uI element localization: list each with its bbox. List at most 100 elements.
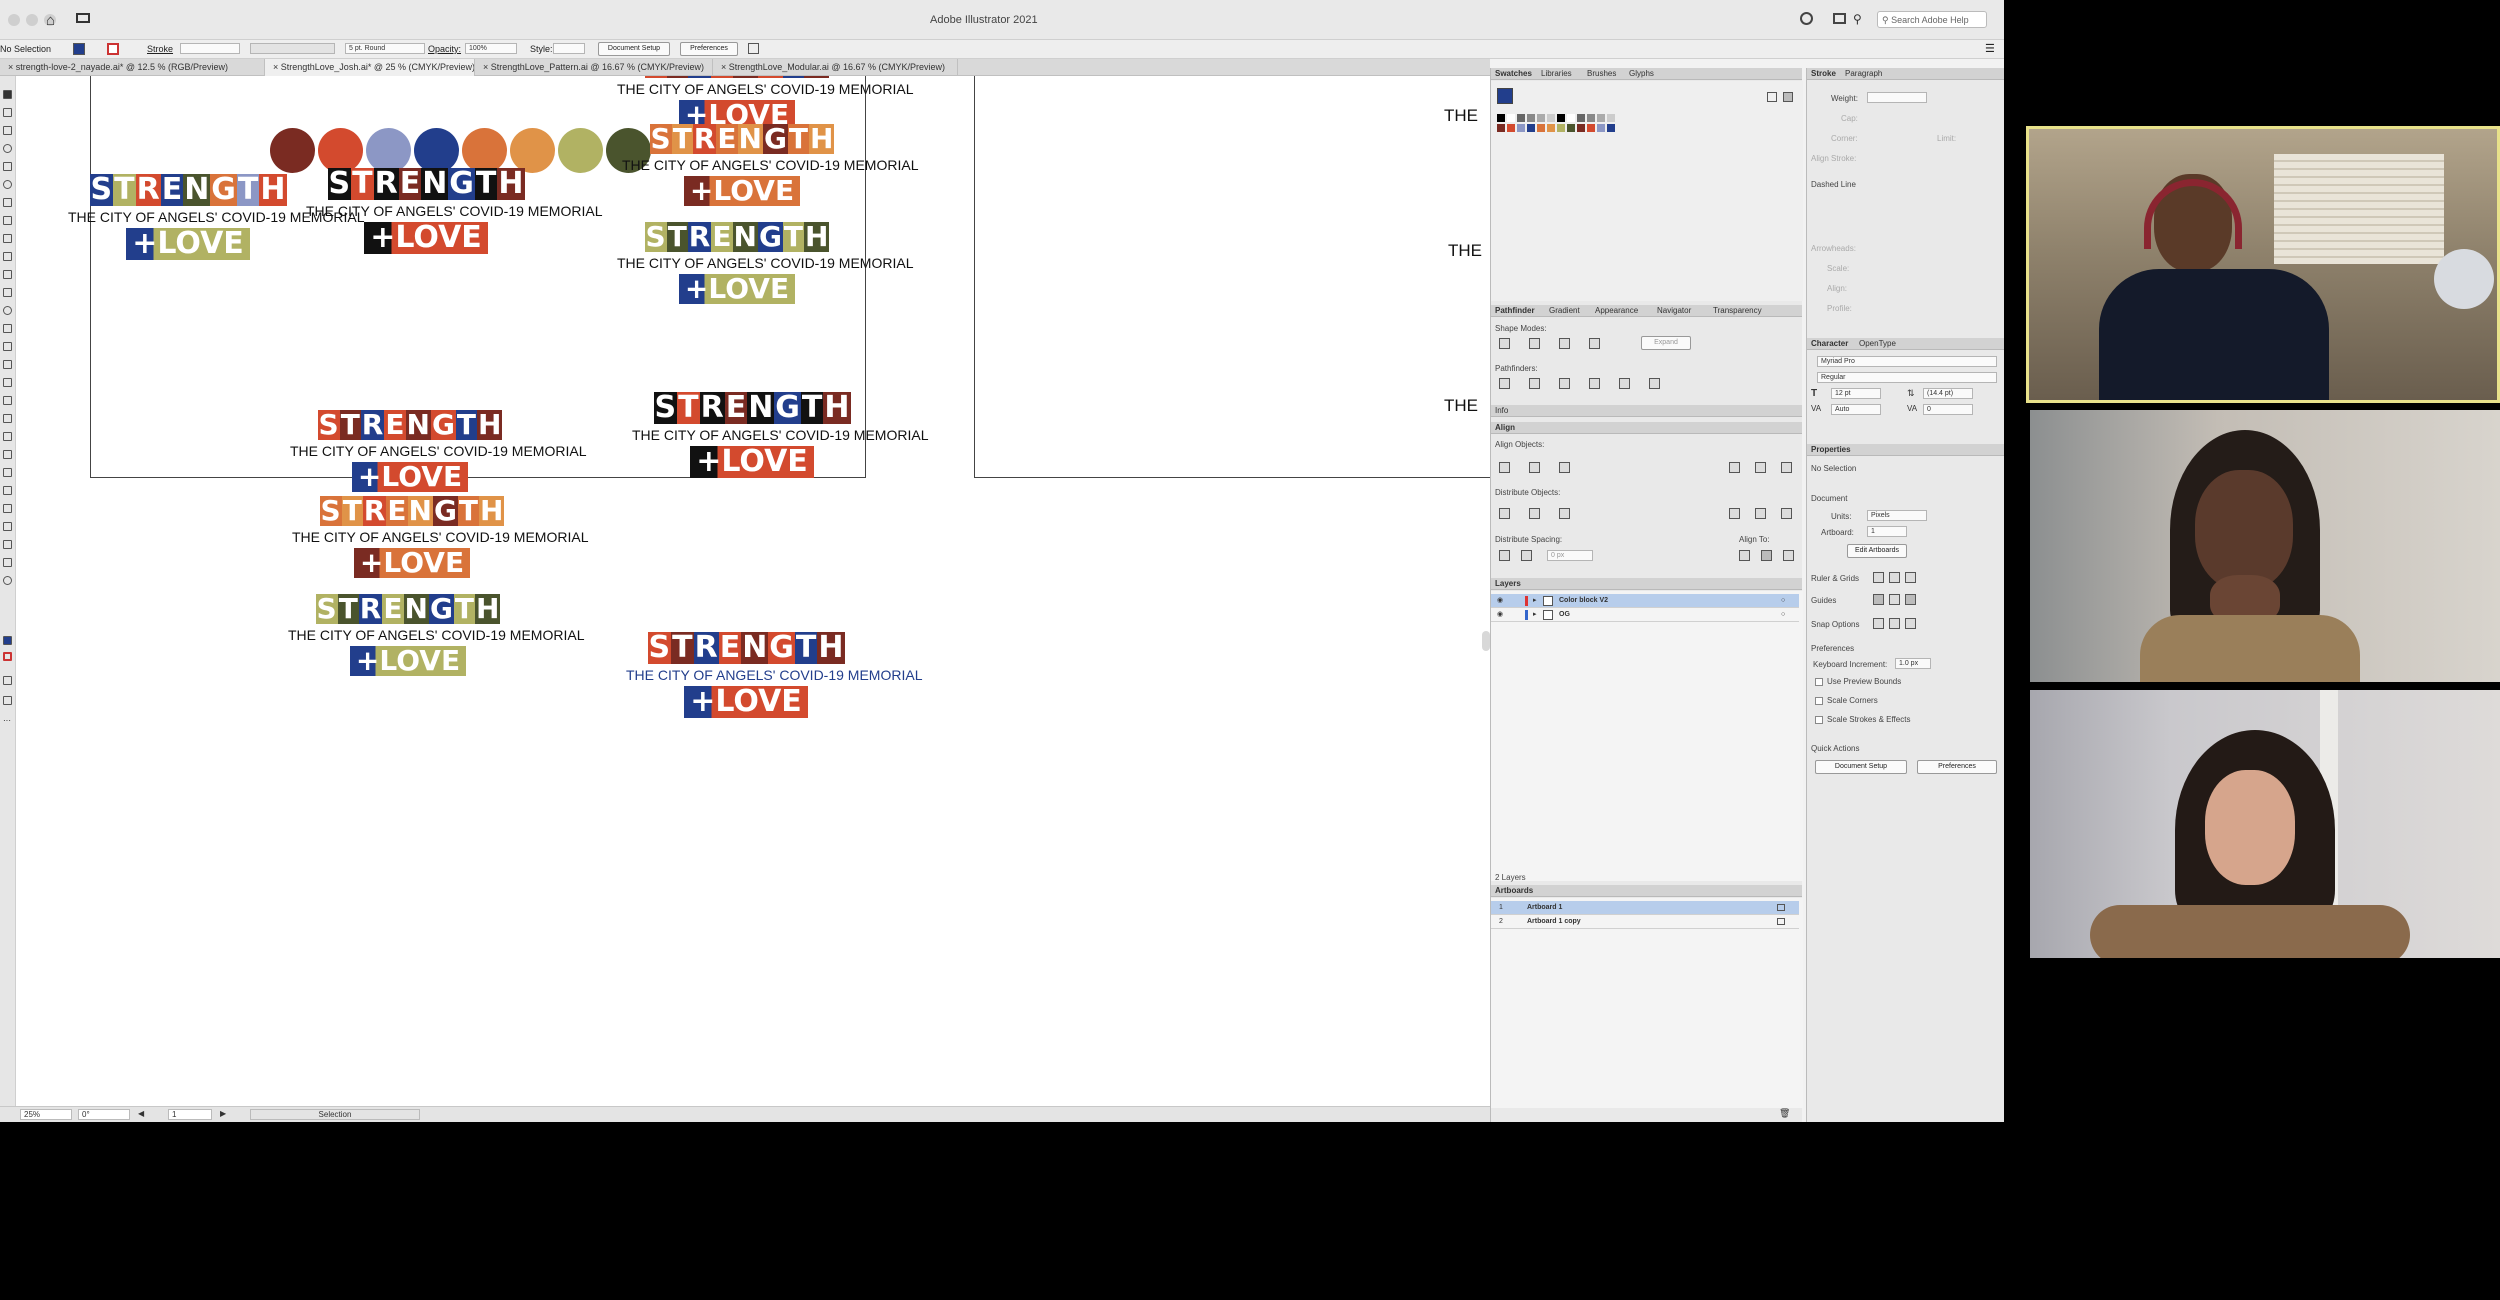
vertical-align-top-icon[interactable]	[1729, 462, 1740, 473]
curvature-tool-icon[interactable]	[3, 180, 12, 189]
magic-wand-tool-icon[interactable]	[3, 126, 12, 135]
align-to-selection-icon[interactable]	[1739, 550, 1750, 561]
stroke-color-icon[interactable]	[3, 652, 12, 661]
next-artboard-icon[interactable]: ▶	[220, 1109, 226, 1118]
delete-artboard-icon[interactable]: 🗑	[1779, 1108, 1790, 1119]
artboard-field[interactable]: 1	[1867, 526, 1907, 537]
tab-navigator[interactable]: Navigator	[1657, 306, 1691, 315]
swatch-chip[interactable]	[1577, 124, 1585, 132]
rotation-field[interactable]: 0°	[78, 1109, 130, 1120]
rectangle-tool-icon[interactable]	[3, 234, 12, 243]
trim-icon[interactable]	[1529, 378, 1540, 389]
tab-nayade[interactable]: × strength-love-2_nayade.ai* @ 12.5 % (R…	[0, 59, 265, 76]
graph-tool-icon[interactable]	[3, 504, 12, 513]
artboard-row-2[interactable]: 2 Artboard 1 copy	[1491, 915, 1799, 929]
strength-love-logo[interactable]: STRENGTHTHE CITY OF ANGELS' COVID-19 MEM…	[292, 496, 588, 578]
slice-tool-icon[interactable]	[3, 540, 12, 549]
swatch-chip[interactable]	[1587, 124, 1595, 132]
tab-transparency[interactable]: Transparency	[1713, 306, 1762, 315]
distribute-hcenter-icon[interactable]	[1755, 508, 1766, 519]
use-preview-bounds-checkbox[interactable]	[1815, 678, 1823, 686]
distribute-right-icon[interactable]	[1781, 508, 1792, 519]
type-tool-icon[interactable]	[3, 198, 12, 207]
tab-glyphs[interactable]: Glyphs	[1629, 69, 1654, 78]
tab-opentype[interactable]: OpenType	[1859, 339, 1896, 348]
artboard-tool-icon[interactable]	[3, 522, 12, 531]
expand-layer-icon[interactable]: ▸	[1533, 608, 1537, 621]
stroke-label[interactable]: Stroke	[147, 44, 173, 54]
tab-stroke[interactable]: Stroke	[1811, 69, 1836, 78]
tab-info[interactable]: Info	[1495, 406, 1508, 415]
align-to-key-object-icon[interactable]	[1761, 550, 1772, 561]
visibility-eye-icon[interactable]: ◉	[1497, 594, 1503, 607]
tab-gradient[interactable]: Gradient	[1549, 306, 1580, 315]
edit-artboards-button[interactable]: Edit Artboards	[1847, 544, 1907, 558]
tab-layers[interactable]: Layers	[1495, 579, 1521, 588]
scale-corners-checkbox[interactable]	[1815, 697, 1823, 705]
swatch-chip[interactable]	[1597, 114, 1605, 122]
lock-guides-icon[interactable]	[1889, 594, 1900, 605]
swatch-chip[interactable]	[1607, 124, 1615, 132]
snap-to-point-icon[interactable]	[1873, 618, 1884, 629]
opacity-label[interactable]: Opacity:	[428, 44, 461, 54]
layer-name[interactable]: OG	[1559, 608, 1570, 621]
eyedropper-tool-icon[interactable]	[3, 450, 12, 459]
leading-field[interactable]: (14.4 pt)	[1923, 388, 1973, 399]
home-icon[interactable]: ⌂	[46, 12, 55, 29]
strength-love-logo[interactable]: STRENGTHTHE CITY OF ANGELS' COVID-19 MEM…	[626, 632, 922, 718]
palette-swatch-1[interactable]	[270, 128, 315, 173]
account-icon[interactable]	[1800, 12, 1813, 25]
target-icon[interactable]: ○	[1781, 594, 1785, 607]
distribute-left-icon[interactable]	[1729, 508, 1740, 519]
minus-front-icon[interactable]	[1529, 338, 1540, 349]
edit-toolbar-icon[interactable]: ···	[3, 716, 12, 725]
search-help-input[interactable]: ⚲ Search Adobe Help	[1877, 11, 1987, 28]
brush-definition-field[interactable]: 5 pt. Round	[345, 43, 425, 54]
tab-libraries[interactable]: Libraries	[1541, 69, 1572, 78]
swatch-chip[interactable]	[1497, 114, 1505, 122]
swatch-chip[interactable]	[1597, 124, 1605, 132]
artboard-options-icon[interactable]	[1777, 904, 1785, 911]
vertical-align-center-icon[interactable]	[1755, 462, 1766, 473]
style-field[interactable]	[553, 43, 585, 54]
artboard-number-field[interactable]: 1	[168, 1109, 212, 1120]
search-icon[interactable]: ⚲	[1853, 12, 1862, 26]
snap-to-glyph-icon[interactable]	[1905, 618, 1916, 629]
tab-properties[interactable]: Properties	[1811, 445, 1851, 454]
divide-icon[interactable]	[1499, 378, 1510, 389]
properties-document-setup-button[interactable]: Document Setup	[1815, 760, 1907, 774]
visibility-eye-icon[interactable]: ◉	[1497, 608, 1503, 621]
horizontal-align-right-icon[interactable]	[1559, 462, 1570, 473]
eraser-tool-icon[interactable]	[3, 288, 12, 297]
horizontal-distribute-space-icon[interactable]	[1521, 550, 1532, 561]
scale-strokes-checkbox[interactable]	[1815, 716, 1823, 724]
participant-video-1[interactable]	[2026, 126, 2500, 403]
tab-pattern[interactable]: × StrengthLove_Pattern.ai @ 16.67 % (CMY…	[475, 59, 713, 76]
strength-love-logo[interactable]: STRENGTHTHE CITY OF ANGELS' COVID-19 MEM…	[622, 124, 918, 206]
merge-icon[interactable]	[1559, 378, 1570, 389]
document-arrange-icon[interactable]	[748, 43, 759, 54]
horizontal-align-left-icon[interactable]	[1499, 462, 1510, 473]
font-family-field[interactable]: Myriad Pro	[1817, 356, 1997, 367]
swatch-chip[interactable]	[1567, 124, 1575, 132]
swatch-chip[interactable]	[1517, 114, 1525, 122]
rulers-icon[interactable]	[1873, 572, 1884, 583]
palette-swatch-7[interactable]	[558, 128, 603, 173]
mesh-tool-icon[interactable]	[3, 414, 12, 423]
smart-guides-icon[interactable]	[1905, 594, 1916, 605]
workspace-switcher-icon[interactable]	[76, 13, 90, 23]
font-style-field[interactable]: Regular	[1817, 372, 1997, 383]
pen-tool-icon[interactable]	[3, 162, 12, 171]
tab-align[interactable]: Align	[1495, 423, 1515, 432]
selection-tool-icon[interactable]	[3, 90, 12, 99]
tab-appearance[interactable]: Appearance	[1595, 306, 1638, 315]
participant-video-2[interactable]	[2030, 410, 2500, 682]
fill-color-icon[interactable]	[3, 636, 12, 645]
swatch-chip[interactable]	[1557, 114, 1565, 122]
pencil-tool-icon[interactable]	[3, 270, 12, 279]
tab-josh[interactable]: × StrengthLove_Josh.ai* @ 25 % (CMYK/Pre…	[265, 59, 475, 76]
document-canvas[interactable]: S T R E N G T H THE CITY OF ANGELS' COVID-19 MEM…	[16, 76, 1490, 1106]
tab-paragraph[interactable]: Paragraph	[1845, 69, 1882, 78]
paintbrush-tool-icon[interactable]	[3, 252, 12, 261]
distribute-bottom-icon[interactable]	[1559, 508, 1570, 519]
